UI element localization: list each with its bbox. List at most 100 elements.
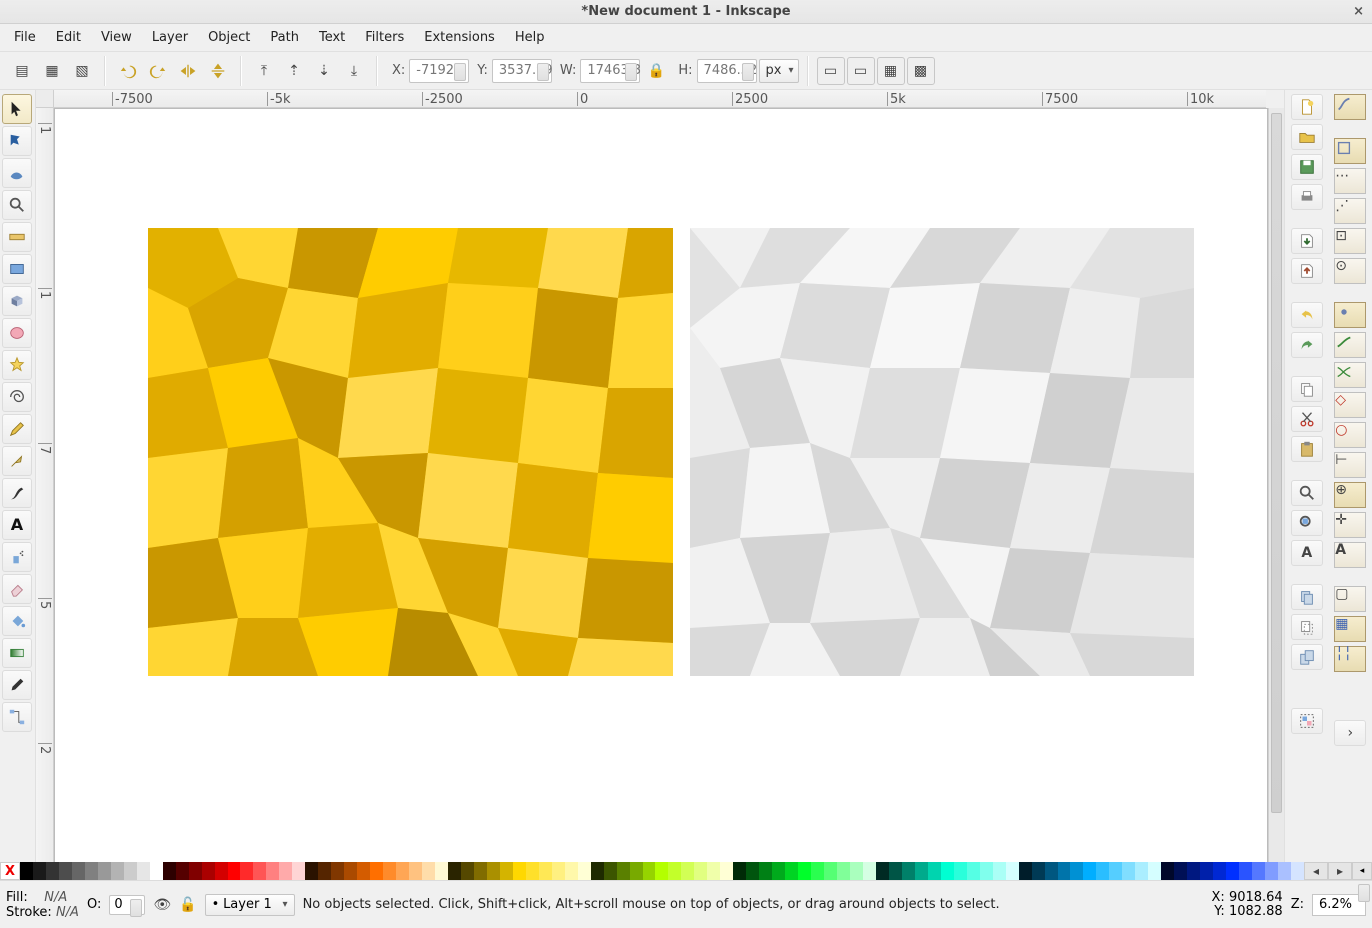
zoom-input[interactable]: 6.2% [1312,894,1366,916]
palette-swatch[interactable] [253,862,266,880]
export-button[interactable] [1291,258,1323,284]
menu-object[interactable]: Object [198,24,260,51]
palette-swatch[interactable] [331,862,344,880]
palette-swatch[interactable] [292,862,305,880]
redo-button[interactable] [1291,332,1323,358]
y-input[interactable]: 3537.99 [492,59,552,83]
commands-overflow-button[interactable]: › [1334,720,1366,746]
palette-swatch[interactable] [1083,862,1096,880]
print-button[interactable] [1291,184,1323,210]
palette-swatch[interactable] [1148,862,1161,880]
palette-swatch[interactable] [500,862,513,880]
flip-vertical-button[interactable] [204,57,232,85]
tweak-tool[interactable] [2,158,32,188]
zoom-page-button[interactable]: A [1291,540,1323,566]
snap-rotation-center-button[interactable]: ✛ [1334,512,1366,538]
palette-swatch[interactable] [1122,862,1135,880]
flip-horizontal-button[interactable] [174,57,202,85]
palette-swatch[interactable] [630,862,643,880]
palette-swatch[interactable] [824,862,837,880]
spray-tool[interactable] [2,542,32,572]
snap-node-button[interactable] [1334,302,1366,328]
gradient-tool[interactable] [2,638,32,668]
pencil-tool[interactable] [2,414,32,444]
menu-layer[interactable]: Layer [142,24,198,51]
connector-tool[interactable] [2,702,32,732]
star-tool[interactable] [2,350,32,380]
palette-swatch[interactable] [1096,862,1109,880]
rectangle-tool[interactable] [2,254,32,284]
palette-swatch[interactable] [1278,862,1291,880]
palette-swatch[interactable] [20,862,33,880]
rotate-ccw-button[interactable] [114,57,142,85]
palette-swatch[interactable] [409,862,422,880]
menu-edit[interactable]: Edit [46,24,91,51]
palette-swatch[interactable] [798,862,811,880]
canvas-image-gray[interactable] [690,228,1194,676]
palette-swatch[interactable] [240,862,253,880]
save-button[interactable] [1291,154,1323,180]
snap-guide-button[interactable]: ╎╎ [1334,646,1366,672]
palette-swatch[interactable] [552,862,565,880]
layer-select[interactable]: • Layer 1 [205,894,295,916]
palette-swatch[interactable] [655,862,668,880]
palette-swatch[interactable] [305,862,318,880]
rotate-cw-button[interactable] [144,57,172,85]
scale-stroke-button[interactable]: ▭ [817,57,845,85]
menu-filters[interactable]: Filters [355,24,414,51]
palette-swatch[interactable] [422,862,435,880]
group-button[interactable] [1291,708,1323,734]
palette-swatch[interactable] [941,862,954,880]
palette-swatch[interactable] [202,862,215,880]
palette-swatch[interactable] [681,862,694,880]
palette-swatch[interactable] [396,862,409,880]
snap-intersection-button[interactable] [1334,362,1366,388]
move-gradients-button[interactable]: ▦ [877,57,905,85]
palette-swatch[interactable] [694,862,707,880]
palette-swatch[interactable] [915,862,928,880]
palette-swatch[interactable] [1032,862,1045,880]
palette-swatch[interactable] [1070,862,1083,880]
raise-top-button[interactable]: ⤒ [250,57,278,85]
palette-swatch[interactable] [1213,862,1226,880]
cut-button[interactable] [1291,406,1323,432]
palette-swatch[interactable] [578,862,591,880]
palette-swatch[interactable] [448,862,461,880]
palette-swatch[interactable] [150,862,163,880]
palette-swatch[interactable] [344,862,357,880]
zoom-tool[interactable] [2,190,32,220]
palette-swatch[interactable] [46,862,59,880]
palette-swatch[interactable] [513,862,526,880]
palette-swatch[interactable] [72,862,85,880]
snap-path-button[interactable] [1334,332,1366,358]
zoom-selection-button[interactable] [1291,480,1323,506]
palette-swatch[interactable] [1058,862,1071,880]
palette-swatch[interactable] [1135,862,1148,880]
snap-smooth-button[interactable]: ○ [1334,422,1366,448]
palette-swatch[interactable] [617,862,630,880]
ruler-corner[interactable] [36,90,54,108]
lower-bottom-button[interactable]: ⤓ [340,57,368,85]
palette-swatch[interactable] [1200,862,1213,880]
snap-bbox-edge-button[interactable]: ⋯ [1334,168,1366,194]
palette-swatch[interactable] [1174,862,1187,880]
new-document-button[interactable] [1291,94,1323,120]
palette-swatch[interactable] [811,862,824,880]
snap-text-baseline-button[interactable]: A [1334,542,1366,568]
palette-swatch[interactable] [980,862,993,880]
palette-swatch[interactable] [1239,862,1252,880]
palette-none[interactable]: X [0,862,20,880]
palette-swatch[interactable] [526,862,539,880]
node-tool[interactable] [2,126,32,156]
layer-visibility-icon[interactable]: 👁 [153,898,171,912]
palette-swatch[interactable] [902,862,915,880]
palette-swatch[interactable] [1019,862,1032,880]
lock-ratio-button[interactable]: 🔒 [642,57,670,85]
menu-help[interactable]: Help [505,24,555,51]
zoom-drawing-button[interactable] [1291,510,1323,536]
palette-swatch[interactable] [1006,862,1019,880]
copy-button[interactable] [1291,376,1323,402]
palette-swatch[interactable] [643,862,656,880]
opacity-input[interactable]: 0 [109,895,145,915]
select-all-button[interactable]: ▦ [38,57,66,85]
